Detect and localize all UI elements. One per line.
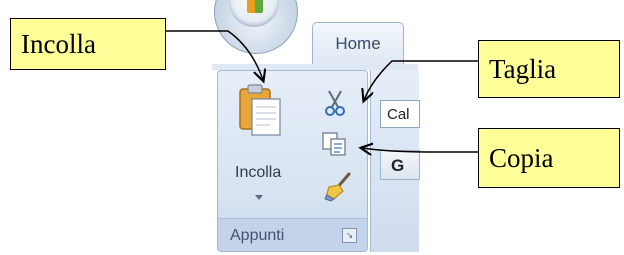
arrow-cut [364,60,478,100]
arrow-copy [362,148,478,152]
arrow-paste [166,30,263,80]
callout-arrows [166,30,478,255]
